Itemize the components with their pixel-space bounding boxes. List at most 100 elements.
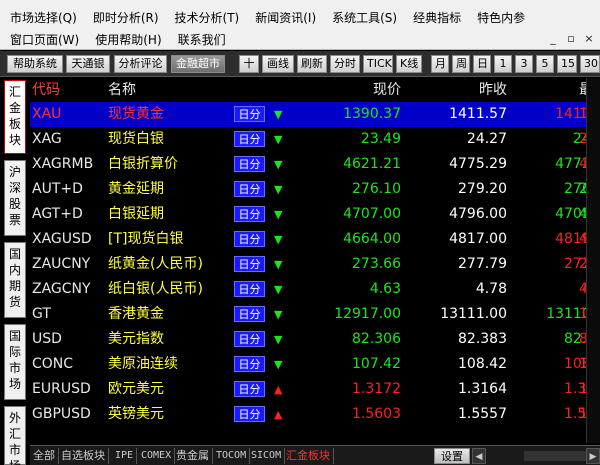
header-name[interactable]: 名称 [108,78,136,102]
intraday-badge[interactable]: 日分 [234,256,265,272]
intraday-badge[interactable]: 日分 [234,131,265,147]
header-high[interactable]: 最高 [579,78,586,102]
intraday-badge[interactable]: 日分 [234,381,265,397]
cell-code: XAG [32,131,62,147]
header-code[interactable]: 代码 [32,78,60,102]
period-1-button[interactable]: 1 [494,55,512,73]
cell-code: USD [32,331,62,347]
analysis-comment-button[interactable]: 分析评论 [114,55,167,73]
cell-name: 现货黄金 [108,106,164,122]
intraday-badge[interactable]: 日分 [234,281,265,297]
quote-row[interactable]: CONC美原油连续日分▼107.42108.42108.44108.61 [30,352,586,377]
scroll-left-icon[interactable]: ◀ [472,448,486,464]
cell-current: 4621.21 [343,156,401,172]
menu-featured-reference[interactable]: 特色内参 [477,9,525,26]
help-system-button[interactable]: 帮助系统 [7,55,63,73]
settings-button[interactable]: 设置 [434,448,470,464]
header-prev-close[interactable]: 昨收 [479,78,507,102]
draw-line-button[interactable]: 画线 [262,55,294,73]
header-current[interactable]: 现价 [373,78,401,102]
bottom-tab-ipe[interactable]: IPE [112,448,138,464]
crosshair-button[interactable]: 十 [239,55,259,73]
intraday-badge[interactable]: 日分 [234,331,265,347]
intraday-badge[interactable]: 日分 [234,181,265,197]
side-tab-domestic-futures[interactable]: 国内期货 [4,242,26,318]
cell-high: 82.460 [579,331,586,347]
cell-prev-close: 1.5557 [458,406,507,422]
intraday-badge[interactable]: 日分 [234,306,265,322]
cell-name: 纸黄金(人民币) [108,256,203,272]
bottom-tab-comex[interactable]: COMEX [138,448,176,464]
period-week-button[interactable]: 周 [452,55,470,73]
bottom-tab-precious-metals[interactable]: 贵金属 [173,448,213,464]
bottom-tab-watchlist[interactable]: 自选板块 [58,448,109,464]
cell-current: 273.66 [352,256,401,272]
menu-system-tools[interactable]: 系统工具(S) [332,9,397,26]
tiantong-silver-button[interactable]: 天通银 [66,55,110,73]
bottom-tab-tocom[interactable]: TOCOM [213,448,251,464]
period-month-button[interactable]: 月 [431,55,449,73]
quote-row[interactable]: GT香港黄金日分▼12917.0013111.0013110.0013133.0… [30,302,586,327]
restore-icon[interactable]: ▫ [562,32,580,45]
period-15-button[interactable]: 15 [557,55,577,73]
cell-prev-close: 24.27 [466,131,507,147]
menu-news[interactable]: 新闻资讯(I) [255,9,316,26]
refresh-button[interactable]: 刷新 [297,55,327,73]
bottom-tab-huijin[interactable]: 汇金板块 [283,448,334,464]
side-tab-huijin[interactable]: 汇金板块 [4,80,26,154]
quote-row[interactable]: ZAGCNY纸白银(人民币)日分▼4.634.784.794.81 [30,277,586,302]
arrow-up-icon: ▲ [274,383,283,396]
intraday-badge[interactable]: 日分 [234,156,265,172]
menu-row-2: 窗口页面(W) 使用帮助(H) 联系我们 [10,29,242,49]
period-3-button[interactable]: 3 [515,55,533,73]
period-day-button[interactable]: 日 [473,55,491,73]
horizontal-scrollbar[interactable] [524,451,586,461]
quote-row[interactable]: GBPUSD英镑美元日分▲1.56031.55571.55591.5630 [30,402,586,427]
kline-button[interactable]: K线 [396,55,422,73]
cell-prev-close: 1411.57 [449,106,507,122]
bottom-tab-sicom[interactable]: SICOM [248,448,286,464]
quote-row[interactable]: USD美元指数日分▼82.30682.38382.37582.460 [30,327,586,352]
quote-row[interactable]: XAU现货黄金日分▼1390.371411.571411.701414.93 [30,102,586,127]
arrow-up-icon: ▲ [274,408,283,421]
quote-row[interactable]: EURUSD欧元美元日分▲1.31721.31641.31661.3186 [30,377,586,402]
bottom-tab-all[interactable]: 全部 [30,448,59,464]
tick-button[interactable]: TICK [363,55,393,73]
intraday-badge[interactable]: 日分 [234,231,265,247]
close-icon[interactable]: × [580,32,598,45]
intraday-badge[interactable]: 日分 [234,356,265,372]
period-30-button[interactable]: 30 [580,55,600,73]
cell-code: ZAUCNY [32,256,91,272]
side-tab-international[interactable]: 国际市场 [4,324,26,400]
quote-row[interactable]: XAGRMB白银折算价日分▼4621.214775.294773.324796.… [30,152,586,177]
menu-market-select[interactable]: 市场选择(Q) [10,9,77,26]
quote-row[interactable]: XAGUSD[T]现货白银日分▼4664.004817.004819.00484… [30,227,586,252]
menu-realtime-analysis[interactable]: 即时分析(R) [93,9,159,26]
cell-name: 白银延期 [108,206,164,222]
cell-prev-close: 82.383 [458,331,507,347]
menu-window-page[interactable]: 窗口页面(W) [10,31,79,48]
quote-row[interactable]: AUT+D黄金延期日分▼276.10279.20276.99276.99 [30,177,586,202]
minimize-icon[interactable]: _ [544,32,562,45]
quote-row[interactable]: XAG现货白银日分▼23.4924.2724.2624.38 [30,127,586,152]
menu-contact[interactable]: 联系我们 [178,31,226,48]
cell-high: 4715.00 [579,206,586,222]
intraday-badge[interactable]: 日分 [234,106,265,122]
cell-code: CONC [32,356,74,372]
vertical-scrollbar[interactable] [586,78,600,443]
side-tab-forex[interactable]: 外汇市场 [4,406,26,465]
quote-row[interactable]: AGT+D白银延期日分▼4707.004796.004705.004715.00 [30,202,586,227]
cell-current: 23.49 [360,131,401,147]
finance-market-button[interactable]: 金融超市 [171,55,225,73]
quote-row[interactable]: ZAUCNY纸黄金(人民币)日分▼273.66277.79277.82278.7… [30,252,586,277]
cell-name: 现货白银 [108,131,164,147]
period-5-button[interactable]: 5 [536,55,554,73]
scroll-right-icon[interactable]: ▶ [586,448,600,464]
menu-technical-analysis[interactable]: 技术分析(T) [175,9,240,26]
menu-classic-indicators[interactable]: 经典指标 [413,9,461,26]
side-tab-shanghai-shenzhen[interactable]: 沪深股票 [4,160,26,236]
intraday-badge[interactable]: 日分 [234,206,265,222]
intraday-badge[interactable]: 日分 [234,406,265,422]
intraday-button[interactable]: 分时 [330,55,360,73]
menu-help[interactable]: 使用帮助(H) [95,31,161,48]
